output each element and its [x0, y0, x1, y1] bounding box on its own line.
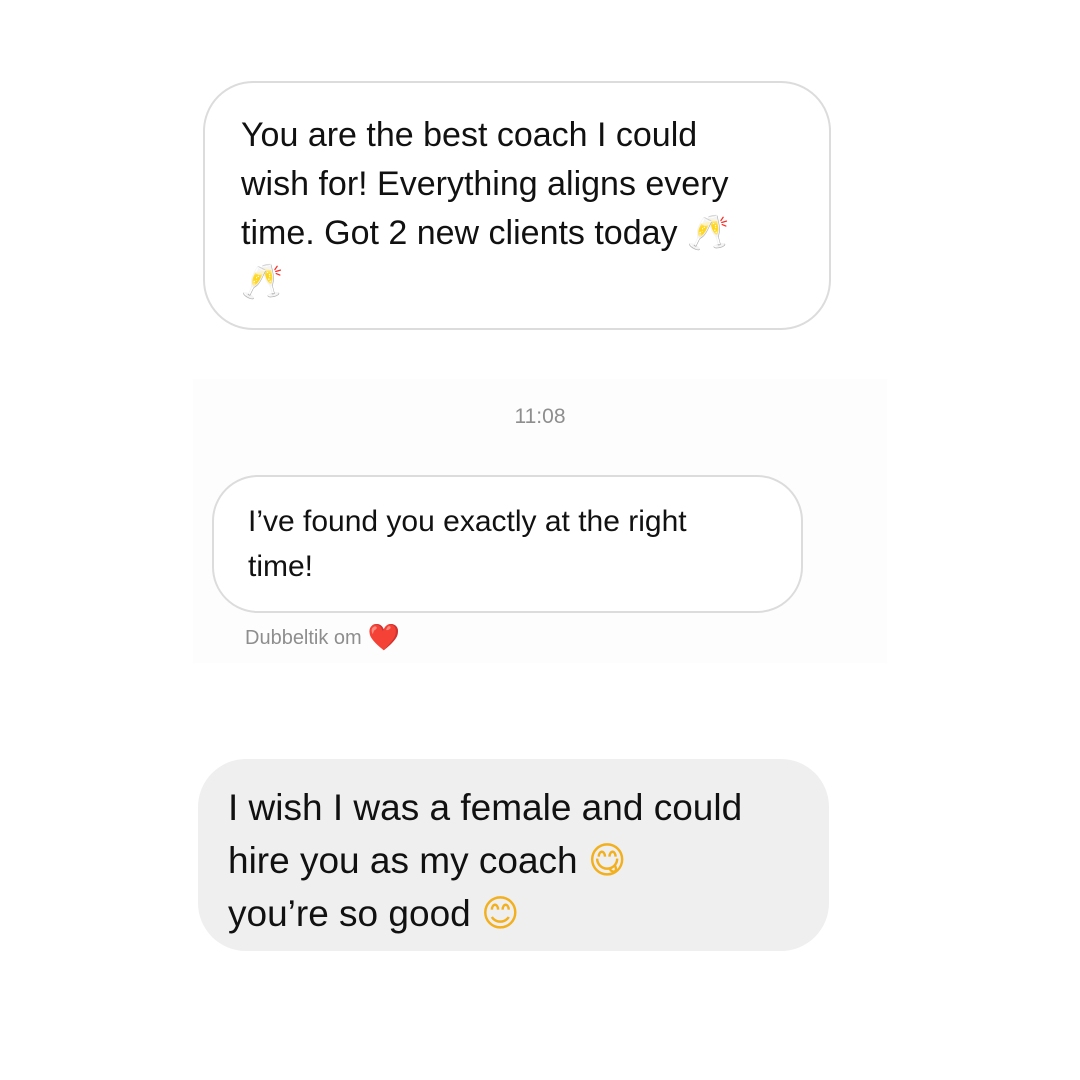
message-timestamp: 11:08 — [514, 405, 566, 428]
champagne-glasses-icon: 🥂 — [686, 213, 730, 253]
double-tap-hint[interactable]: Dubbeltik om ❤️ — [245, 623, 400, 653]
yum-face-icon: 😋 — [587, 839, 627, 882]
message-3-line-2: hire you as my coach 😋 — [228, 839, 627, 882]
message-bubble-3[interactable]: I wish I was a female and could hire you… — [198, 759, 829, 951]
message-3-line-1: I wish I was a female and could — [228, 787, 743, 828]
message-1-text: You are the best coach I could wish for!… — [241, 116, 730, 302]
double-tap-hint-label: Dubbeltik om — [245, 627, 362, 649]
conversation-snippet: 11:08 I’ve found you exactly at the righ… — [193, 379, 887, 663]
message-bubble-1[interactable]: You are the best coach I could wish for!… — [203, 81, 831, 330]
champagne-glasses-icon: 🥂 — [241, 262, 284, 302]
message-3-line-3: you’re so good 😊 — [228, 892, 520, 935]
message-2-text: I’ve found you exactly at the right time… — [248, 505, 687, 583]
smiling-face-icon: 😊 — [481, 892, 520, 935]
message-bubble-2[interactable]: I’ve found you exactly at the right time… — [212, 475, 803, 613]
heart-icon: ❤️ — [367, 623, 401, 653]
